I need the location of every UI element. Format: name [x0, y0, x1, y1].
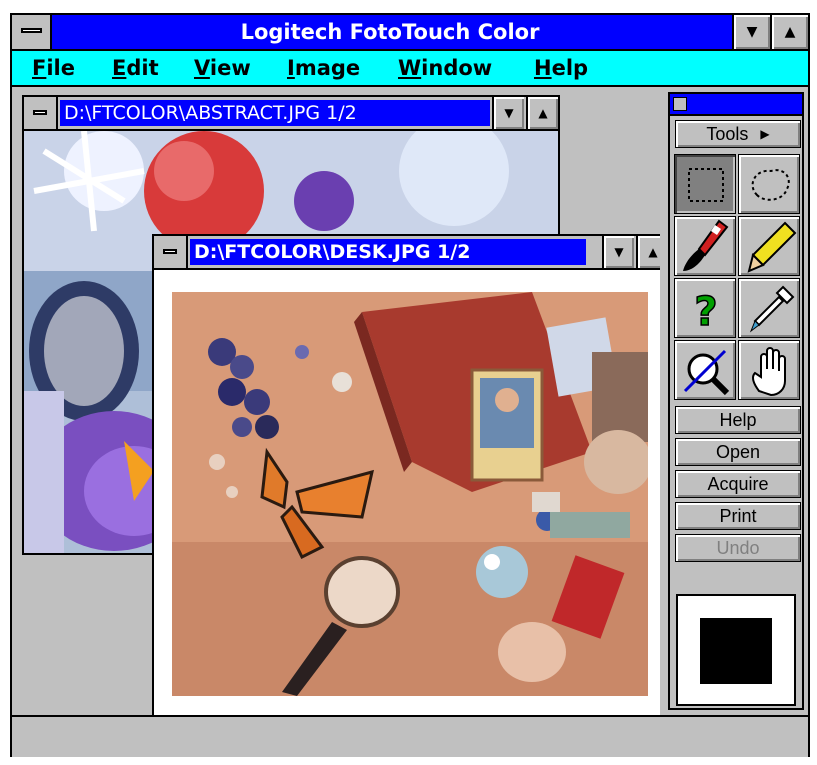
desk-image-window[interactable]: D:\FTCOLOR\DESK.JPG 1/2 ▼ ▲	[152, 234, 660, 715]
help-button[interactable]: Help	[675, 406, 801, 434]
acquire-button-label: Acquire	[707, 473, 769, 494]
menu-window[interactable]: Window	[398, 51, 492, 85]
menu-bar: File Edit View Image Window Help	[12, 51, 808, 87]
menu-view[interactable]: View	[194, 51, 251, 85]
svg-text:?: ?	[694, 289, 717, 335]
maximize-icon: ▲	[648, 245, 658, 259]
pencil-tool[interactable]	[738, 216, 800, 276]
minimize-icon: ▼	[614, 245, 624, 259]
print-button-label: Print	[719, 505, 757, 526]
lasso-select-tool[interactable]	[738, 154, 800, 214]
app-window: Logitech FotoTouch Color ▼ ▲ File Edit V…	[10, 13, 810, 757]
system-menu-icon	[33, 110, 47, 115]
abstract-window-titlebar[interactable]: D:\FTCOLOR\ABSTRACT.JPG 1/2 ▼ ▲	[24, 97, 558, 131]
status-bar	[12, 715, 808, 757]
menu-file[interactable]: File	[32, 51, 75, 85]
hand-pan-tool[interactable]	[738, 340, 800, 400]
current-color-panel[interactable]	[676, 594, 796, 706]
desk-maximize-button[interactable]: ▲	[636, 236, 660, 268]
app-title: Logitech FotoTouch Color	[240, 20, 540, 44]
menu-help[interactable]: Help	[534, 51, 588, 85]
tools-palette-titlebar[interactable]	[670, 94, 802, 116]
maximize-icon: ▲	[784, 24, 796, 40]
system-menu-icon	[163, 249, 177, 254]
maximize-icon: ▲	[538, 106, 548, 120]
rectangle-select-tool[interactable]	[674, 154, 736, 214]
mdi-workspace: D:\FTCOLOR\ABSTRACT.JPG 1/2 ▼ ▲ D:\FTCOL…	[12, 87, 660, 715]
abstract-minimize-button[interactable]: ▼	[492, 97, 524, 129]
undo-button[interactable]: Undo	[675, 534, 801, 562]
magnifier-icon	[683, 349, 730, 396]
menu-edit[interactable]: Edit	[112, 51, 159, 85]
abstract-window-title: D:\FTCOLOR\ABSTRACT.JPG 1/2	[60, 100, 490, 126]
system-menu-icon	[21, 28, 42, 33]
open-button-label: Open	[715, 441, 761, 462]
print-button[interactable]: Print	[675, 502, 801, 530]
current-color-swatch	[700, 618, 772, 684]
abstract-maximize-button[interactable]: ▲	[526, 97, 558, 129]
tools-palette: Tools ▶ ? Help Open Acquire Print Undo	[668, 92, 804, 710]
desk-window-titlebar[interactable]: D:\FTCOLOR\DESK.JPG 1/2 ▼ ▲	[154, 236, 660, 270]
eyedropper-tool[interactable]	[738, 278, 800, 338]
desk-window-title: D:\FTCOLOR\DESK.JPG 1/2	[190, 239, 586, 265]
tools-palette-system-icon[interactable]	[673, 97, 687, 111]
desk-photo	[172, 292, 648, 696]
desk-system-menu-button[interactable]	[154, 236, 188, 268]
desk-minimize-button[interactable]: ▼	[602, 236, 634, 268]
question-mark-icon: ?	[694, 288, 719, 336]
dotted-rectangle-icon	[688, 168, 724, 202]
tools-menu-label: Tools	[706, 123, 749, 144]
menu-image[interactable]: Image	[287, 51, 360, 85]
minimize-button[interactable]: ▼	[732, 15, 770, 49]
app-titlebar[interactable]: Logitech FotoTouch Color ▼ ▲	[12, 15, 808, 51]
open-button[interactable]: Open	[675, 438, 801, 466]
paintbrush-icon	[683, 219, 729, 271]
paintbrush-tool[interactable]	[674, 216, 736, 276]
pencil-icon	[747, 221, 797, 273]
desk-image-canvas[interactable]	[172, 292, 648, 696]
acquire-button[interactable]: Acquire	[675, 470, 801, 498]
lasso-icon	[751, 169, 790, 201]
magnifier-tool[interactable]	[674, 340, 736, 400]
help-question-tool[interactable]: ?	[674, 278, 736, 338]
abstract-system-menu-button[interactable]	[24, 97, 58, 129]
hand-icon	[751, 347, 786, 397]
minimize-icon: ▼	[504, 106, 514, 120]
help-button-label: Help	[719, 409, 757, 430]
tools-menu-button[interactable]: Tools ▶	[675, 120, 801, 148]
maximize-button[interactable]: ▲	[770, 15, 808, 49]
system-menu-button[interactable]	[12, 15, 52, 49]
undo-button-label: Undo	[716, 537, 760, 558]
eyedropper-icon	[749, 285, 795, 333]
minimize-icon: ▼	[746, 24, 758, 40]
triangle-right-icon: ▶	[760, 127, 770, 141]
